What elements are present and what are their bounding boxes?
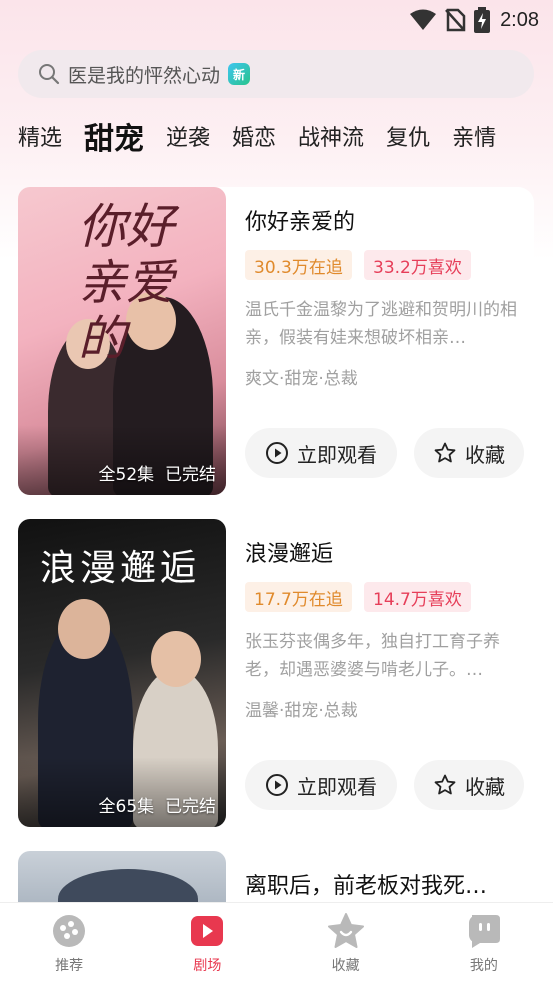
status-bar: 2:08 bbox=[0, 0, 553, 40]
tab-war-god[interactable]: 战神流 bbox=[298, 120, 364, 152]
favorite-button[interactable]: 收藏 bbox=[414, 760, 524, 810]
tab-sweet-romance[interactable]: 甜宠 bbox=[84, 114, 144, 158]
drama-description: 张玉芬丧偶多年，独自打工育子养老，却遇恶婆婆与啃老儿子。… bbox=[245, 632, 500, 680]
theater-icon bbox=[191, 916, 224, 946]
new-badge: 新 bbox=[228, 63, 251, 85]
like-count-tag: 33.2万喜欢 bbox=[364, 250, 471, 280]
cover-title: 你好亲爱的 bbox=[78, 199, 175, 367]
drama-genre: 温馨·甜宠·总裁 bbox=[245, 701, 358, 721]
search-icon bbox=[39, 64, 60, 85]
tab-family[interactable]: 亲情 bbox=[452, 120, 496, 152]
drama-title[interactable]: 你好亲爱的 bbox=[245, 204, 355, 236]
drama-genre: 爽文·甜宠·总裁 bbox=[245, 369, 358, 389]
drama-cover[interactable] bbox=[18, 851, 226, 902]
drama-cover[interactable]: 你好亲爱的 全52集 已完结 bbox=[18, 187, 226, 495]
nav-label: 收藏 bbox=[331, 958, 360, 974]
watch-now-button[interactable]: 立即观看 bbox=[245, 760, 397, 810]
search-bar[interactable]: 医是我的怦然心动 新 bbox=[18, 50, 534, 98]
drama-title[interactable]: 离职后，前老板对我死… bbox=[245, 868, 487, 900]
drama-description: 温氏千金温黎为了逃避和贺明川的相亲，假装有娃来想破坏相亲… bbox=[245, 300, 517, 348]
tab-comeback[interactable]: 逆袭 bbox=[166, 120, 210, 152]
play-circle-icon bbox=[266, 442, 288, 464]
star-outline-icon bbox=[434, 774, 456, 795]
cover-title: 浪漫邂逅 bbox=[40, 548, 201, 589]
play-circle-icon bbox=[266, 774, 288, 796]
cover-face bbox=[58, 599, 110, 659]
tab-revenge[interactable]: 复仇 bbox=[386, 120, 430, 152]
nav-profile[interactable]: 我的 bbox=[415, 903, 553, 983]
category-tabs: 精选 甜宠 逆袭 婚恋 战神流 复仇 亲情 bbox=[0, 110, 553, 162]
follow-count-tag: 17.7万在追 bbox=[245, 582, 352, 612]
nav-label: 推荐 bbox=[55, 958, 84, 974]
nav-recommend[interactable]: 推荐 bbox=[0, 903, 138, 983]
nav-label: 我的 bbox=[469, 958, 498, 974]
follow-count-tag: 30.3万在追 bbox=[245, 250, 352, 280]
profile-icon bbox=[468, 915, 500, 948]
wifi-icon bbox=[410, 9, 437, 30]
search-placeholder: 医是我的怦然心动 bbox=[68, 64, 221, 87]
nav-label: 剧场 bbox=[193, 958, 222, 974]
episode-status: 全65集 已完结 bbox=[98, 797, 216, 817]
tab-marriage[interactable]: 婚恋 bbox=[232, 120, 276, 152]
no-sim-icon bbox=[445, 8, 466, 32]
nav-theater[interactable]: 剧场 bbox=[138, 903, 276, 983]
drama-title[interactable]: 浪漫邂逅 bbox=[245, 536, 333, 568]
bottom-navigation: 推荐 剧场 收藏 我的 bbox=[0, 902, 553, 983]
battery-charging-icon bbox=[474, 7, 491, 33]
nav-favorites[interactable]: 收藏 bbox=[277, 903, 415, 983]
drama-cover[interactable]: 浪漫邂逅 全65集 已完结 bbox=[18, 519, 226, 827]
star-icon bbox=[327, 913, 364, 948]
cover-face bbox=[151, 631, 201, 687]
tab-featured[interactable]: 精选 bbox=[18, 120, 62, 152]
watch-now-button[interactable]: 立即观看 bbox=[245, 428, 397, 478]
cover-figure bbox=[58, 869, 198, 902]
star-outline-icon bbox=[434, 442, 456, 463]
status-time: 2:08 bbox=[500, 8, 539, 31]
favorite-button[interactable]: 收藏 bbox=[414, 428, 524, 478]
episode-status: 全52集 已完结 bbox=[98, 465, 216, 485]
recommend-icon bbox=[53, 915, 86, 947]
like-count-tag: 14.7万喜欢 bbox=[364, 582, 471, 612]
